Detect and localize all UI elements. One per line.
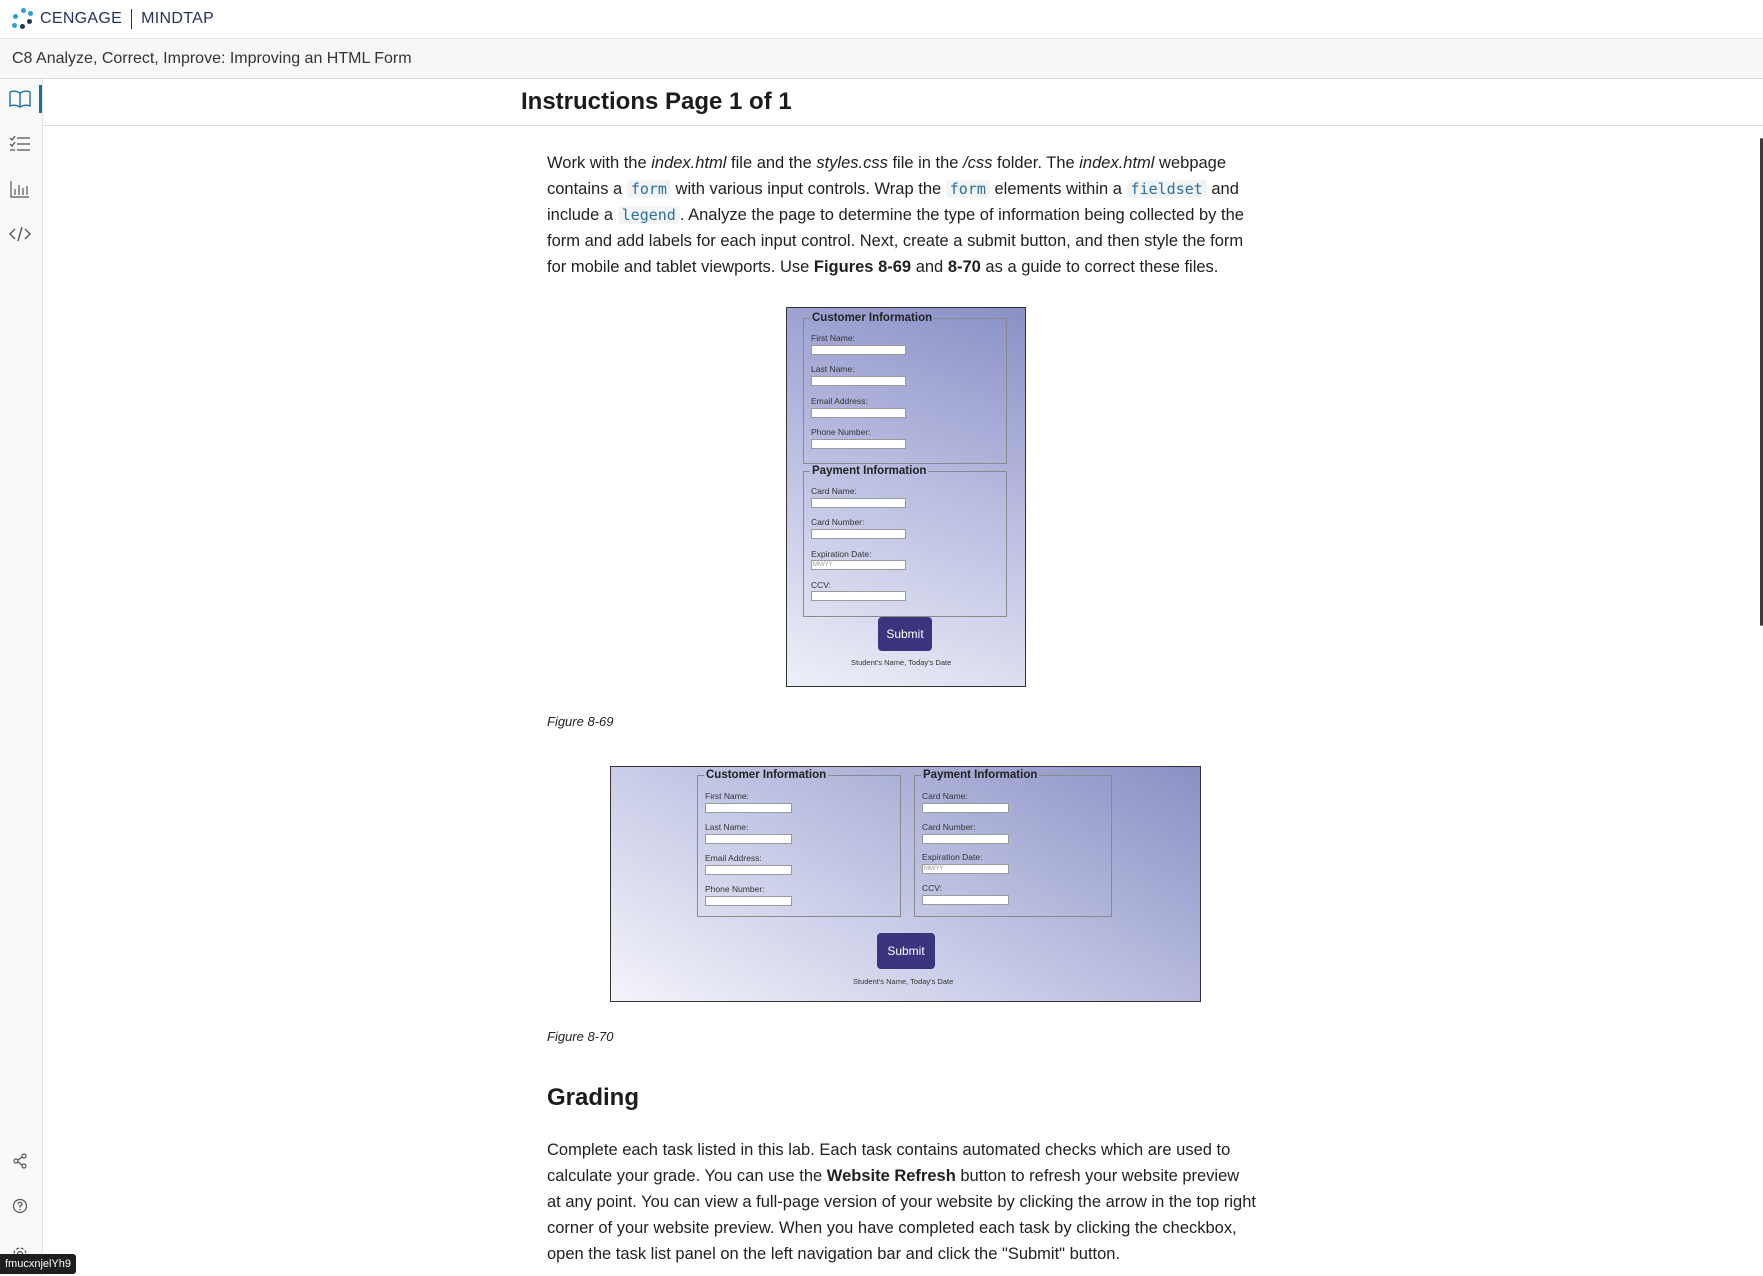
- figure-submit-button: Submit: [877, 933, 935, 969]
- instructions-book-button[interactable]: [0, 79, 42, 119]
- customer-legend: Customer Information: [812, 312, 933, 324]
- folder-css: /css: [963, 154, 993, 172]
- text: elements within a: [989, 180, 1127, 198]
- grading-heading: Grading: [547, 1084, 640, 1111]
- email-input: [811, 408, 906, 418]
- share-button[interactable]: [0, 1146, 40, 1176]
- expiration-input: MM/YY: [811, 560, 906, 570]
- filename-index-html: index.html: [1079, 154, 1155, 172]
- email-label: Email Address:: [705, 853, 762, 863]
- element-id-tooltip: fmucxnjelYh9: [0, 1254, 77, 1274]
- instructions-content: Work with the index.html file and the st…: [547, 150, 1257, 280]
- text: file in the: [887, 154, 964, 172]
- brand-mindtap: MINDTAP: [141, 10, 215, 27]
- card-number-label: Card Number:: [922, 822, 976, 832]
- filename-index-html: index.html: [651, 154, 727, 172]
- last-name-label: Last Name:: [811, 364, 855, 374]
- figure-8-69-caption: Figure 8-69: [547, 714, 614, 729]
- book-icon: [9, 90, 31, 108]
- grades-button[interactable]: [0, 169, 40, 209]
- last-name-label: Last Name:: [705, 822, 749, 832]
- expiration-input: MM/YY: [922, 864, 1009, 874]
- code-icon: [9, 226, 31, 242]
- phone-input: [705, 896, 792, 906]
- payment-legend: Payment Information: [923, 769, 1038, 781]
- ccv-input: [811, 591, 906, 601]
- card-number-input: [811, 529, 906, 539]
- help-button[interactable]: [0, 1191, 40, 1221]
- instructions-header: Instructions Page 1 of 1: [43, 79, 1763, 126]
- top-bar: CENGAGE MINDTAP: [0, 0, 1763, 39]
- first-name-label: First Name:: [811, 333, 855, 343]
- figure-8-70-image: Customer Information First Name: Last Na…: [610, 766, 1201, 1002]
- task-list-icon: [9, 135, 30, 151]
- activity-title-bar: C8 Analyze, Correct, Improve: Improving …: [0, 39, 1763, 79]
- text: and: [911, 258, 948, 276]
- text: folder. The: [992, 154, 1080, 172]
- instructions-title: Instructions Page 1 of 1: [521, 88, 792, 115]
- brand-divider: [131, 9, 133, 29]
- help-icon: [12, 1198, 28, 1214]
- code-editor-button[interactable]: [0, 214, 40, 254]
- cengage-logo-icon: [12, 8, 34, 30]
- code-fieldset: fieldset: [1126, 180, 1207, 198]
- email-input: [705, 865, 792, 875]
- share-icon: [13, 1153, 27, 1169]
- ccv-input: [922, 895, 1009, 905]
- ccv-label: CCV:: [922, 883, 942, 893]
- card-name-input: [922, 803, 1009, 813]
- ccv-label: CCV:: [811, 580, 831, 590]
- left-nav-rail: [0, 79, 43, 1276]
- expiration-label: Expiration Date:: [811, 549, 872, 559]
- card-name-input: [811, 498, 906, 508]
- code-form: form: [626, 180, 671, 198]
- card-number-input: [922, 834, 1009, 844]
- email-label: Email Address:: [811, 396, 868, 406]
- card-number-label: Card Number:: [811, 517, 865, 527]
- expiration-label: Expiration Date:: [922, 852, 983, 862]
- card-name-label: Card Name:: [922, 791, 968, 801]
- figure-ref: 8-70: [947, 258, 981, 276]
- figure-ref: Figures 8-69: [813, 258, 912, 276]
- last-name-input: [811, 376, 906, 386]
- text: as a guide to correct these files.: [980, 258, 1219, 276]
- figure-8-70-caption: Figure 8-70: [547, 1029, 614, 1044]
- cengage-mindtap-logo[interactable]: CENGAGE MINDTAP: [12, 7, 214, 31]
- figure-8-69-image: Customer Information First Name: Last Na…: [786, 307, 1026, 687]
- last-name-input: [705, 834, 792, 844]
- first-name-input: [705, 803, 792, 813]
- code-legend: legend: [617, 206, 680, 224]
- figure-footer: Student's Name, Today's Date: [851, 658, 952, 667]
- website-refresh-ref: Website Refresh: [826, 1167, 956, 1185]
- phone-label: Phone Number:: [811, 427, 871, 437]
- grading-paragraph: Complete each task listed in this lab. E…: [547, 1137, 1257, 1267]
- first-name-input: [811, 345, 906, 355]
- code-form: form: [945, 180, 990, 198]
- filename-styles-css: styles.css: [816, 154, 888, 172]
- first-name-label: First Name:: [705, 791, 749, 801]
- customer-legend: Customer Information: [706, 769, 827, 781]
- activity-title: C8 Analyze, Correct, Improve: Improving …: [12, 50, 412, 67]
- phone-label: Phone Number:: [705, 884, 765, 894]
- brand-cengage: CENGAGE: [40, 10, 123, 27]
- instructions-paragraph: Work with the index.html file and the st…: [547, 150, 1257, 280]
- chart-icon: [10, 181, 29, 198]
- phone-input: [811, 439, 906, 449]
- task-list-button[interactable]: [0, 124, 40, 164]
- payment-legend: Payment Information: [812, 465, 927, 477]
- grading-content: Complete each task listed in this lab. E…: [547, 1137, 1257, 1267]
- figure-footer: Student's Name, Today's Date: [853, 977, 954, 986]
- figure-submit-button: Submit: [878, 617, 932, 651]
- text: Work with the: [547, 154, 652, 172]
- text: file and the: [726, 154, 817, 172]
- text: with various input controls. Wrap the: [670, 180, 946, 198]
- card-name-label: Card Name:: [811, 486, 857, 496]
